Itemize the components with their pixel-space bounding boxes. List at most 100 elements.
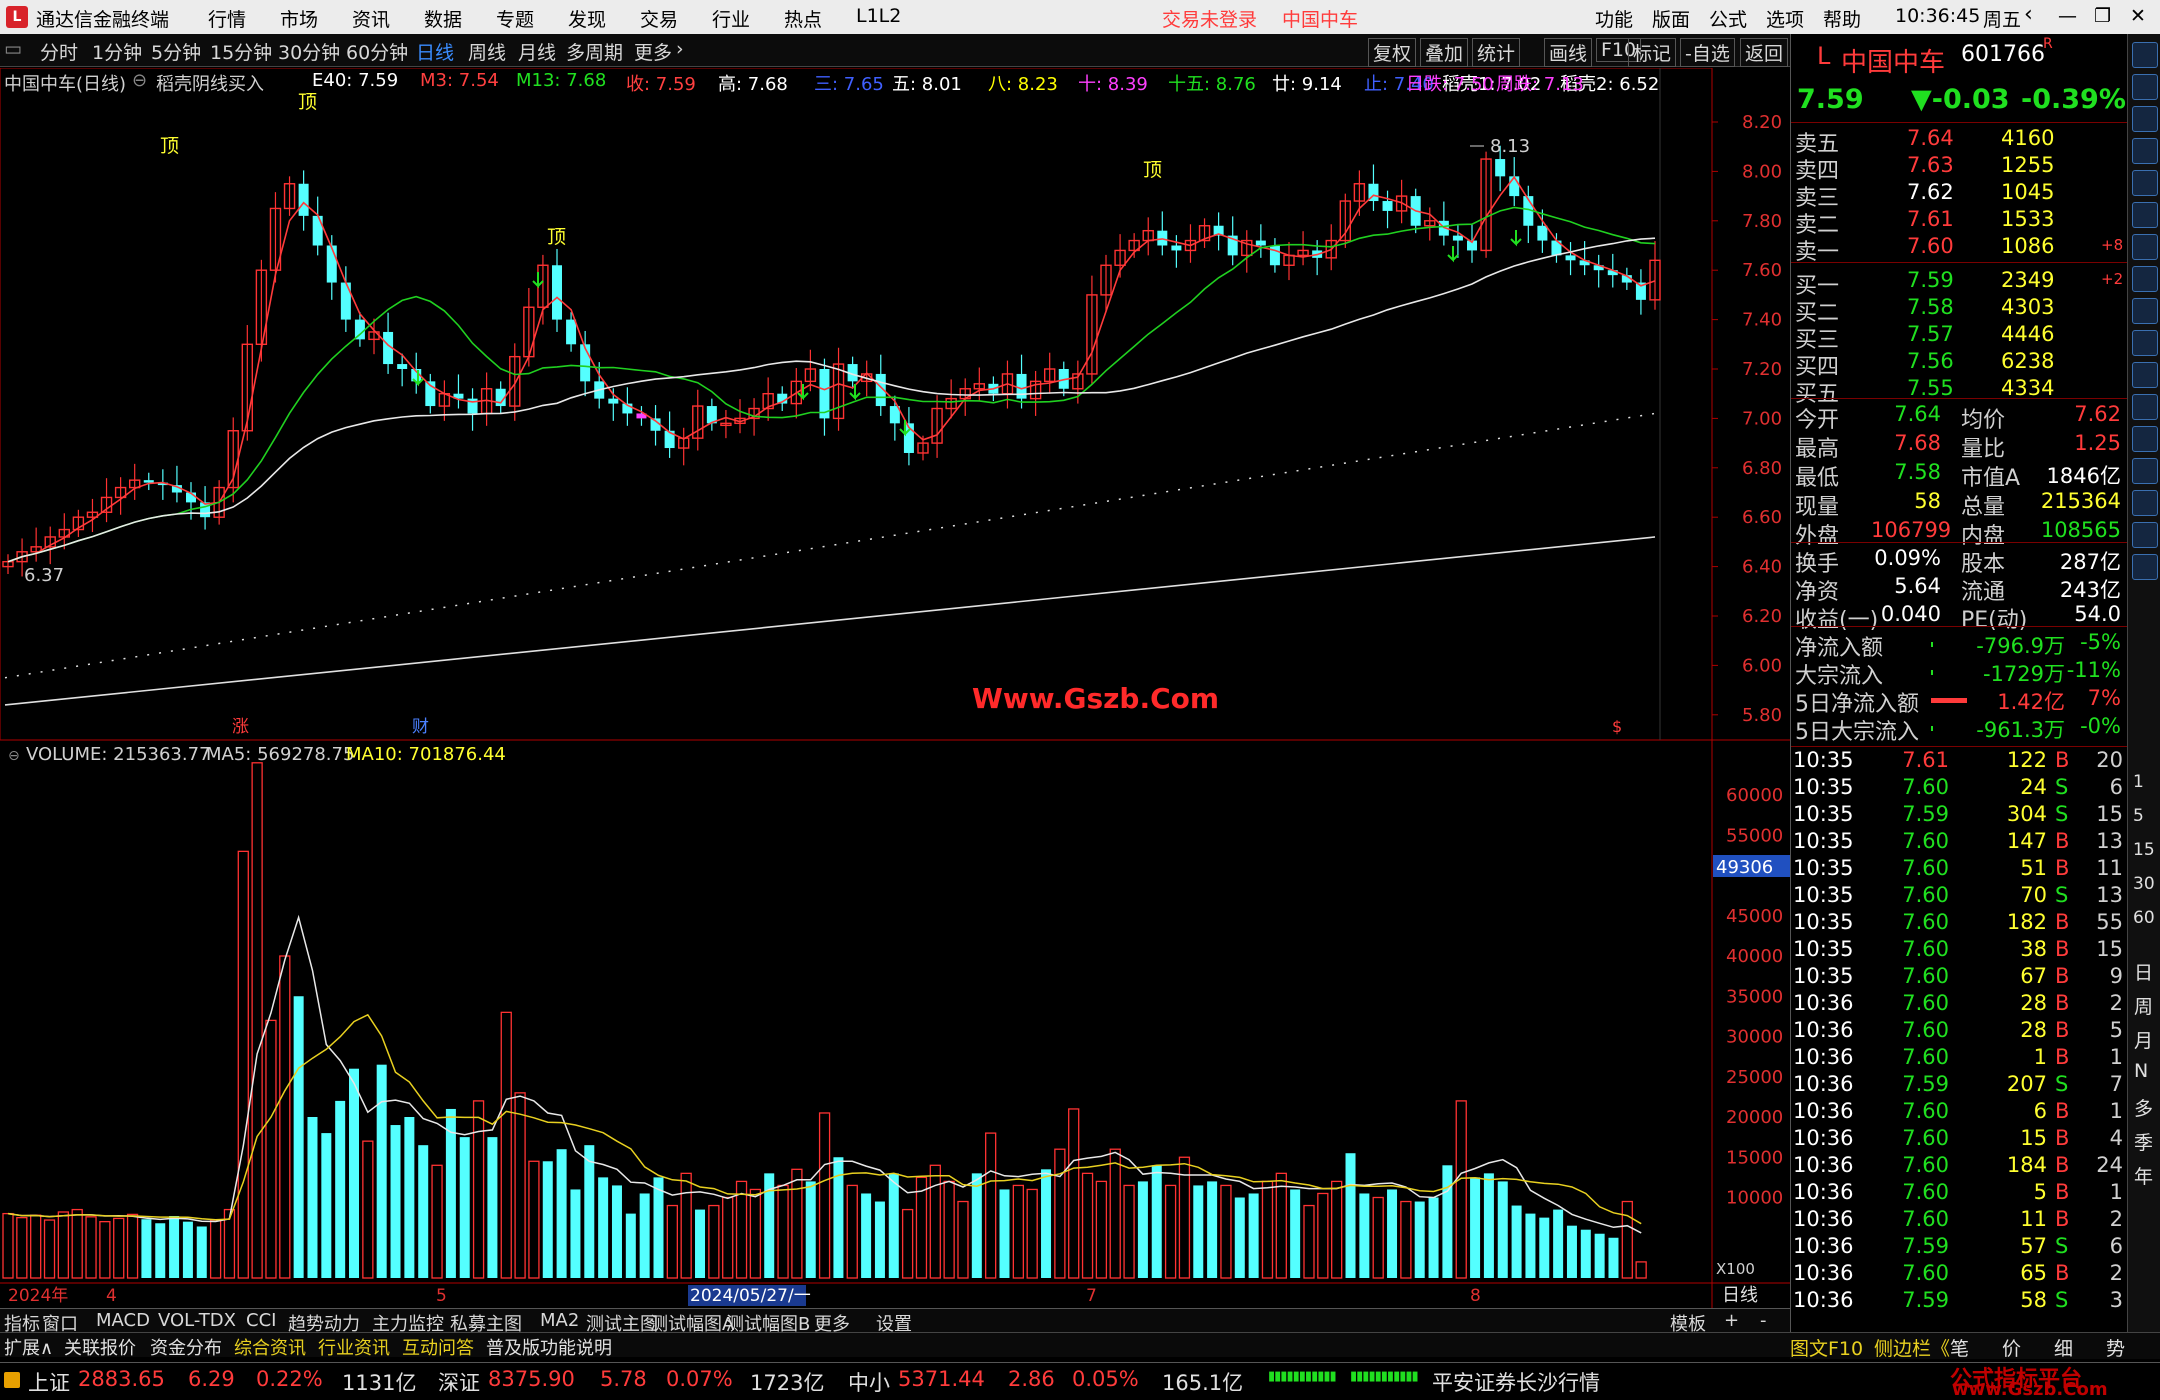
period-5min[interactable]: 5分钟 xyxy=(151,38,201,65)
sz-index-label[interactable]: 深证 xyxy=(438,1367,480,1397)
compare-icon[interactable] xyxy=(2132,330,2158,356)
info-tab[interactable]: 行业资讯 xyxy=(318,1334,390,1360)
indicator-tab[interactable]: MACD xyxy=(96,1310,150,1331)
menu-zhuanti[interactable]: 专题 xyxy=(496,5,534,32)
info-tab[interactable]: 综合资讯 xyxy=(234,1334,306,1360)
tick-side: B xyxy=(2055,829,2070,853)
info-tab-right[interactable]: 细 xyxy=(2054,1334,2073,1361)
info-tab-right[interactable]: 价 xyxy=(2002,1334,2021,1361)
tool-biaoji[interactable]: 标记 xyxy=(1628,38,1677,67)
sh-index-label[interactable]: 上证 xyxy=(28,1367,70,1397)
period-more[interactable]: 更多 xyxy=(634,38,672,65)
close-icon[interactable]: ✕ xyxy=(2130,5,2146,27)
tool-zixuan[interactable]: -自选 xyxy=(1680,38,1735,67)
menu-hangye[interactable]: 行业 xyxy=(712,5,750,32)
volume-collapse-icon[interactable]: ⊖ xyxy=(8,748,20,764)
period-daily[interactable]: 日线 xyxy=(416,38,454,65)
candle-body-down xyxy=(1452,235,1463,241)
alert-icon[interactable] xyxy=(2132,394,2158,420)
menu-shuju[interactable]: 数据 xyxy=(424,5,462,32)
menu-redian[interactable]: 热点 xyxy=(784,5,822,32)
menu-faxian[interactable]: 发现 xyxy=(568,5,606,32)
info-tab-right[interactable]: 笔 xyxy=(1950,1334,1969,1361)
indicator-tool[interactable]: - xyxy=(1760,1310,1767,1331)
chevron-right-icon[interactable]: › xyxy=(676,38,684,60)
sidebar-minute[interactable]: 60 xyxy=(2133,908,2155,928)
menu-gongshi[interactable]: 公式 xyxy=(1709,5,1747,32)
chart-icon[interactable] xyxy=(2132,138,2158,164)
period-fenshi[interactable]: 分时 xyxy=(40,38,78,65)
menu-banmian[interactable]: 版面 xyxy=(1652,5,1690,32)
tick-list[interactable]: 10:35 7.61 122 B 20 10:35 7.60 24 S 6 10:35 7.59 304… xyxy=(1791,748,2127,1348)
info-tab[interactable]: 扩展∧ xyxy=(4,1334,53,1360)
sidebar-period[interactable]: 周 xyxy=(2134,992,2153,1019)
sidebar-minute[interactable]: 5 xyxy=(2133,806,2144,826)
indicator-tool[interactable]: + xyxy=(1724,1310,1739,1331)
restore-icon[interactable]: ❐ xyxy=(2094,5,2111,27)
indicator-tab[interactable]: CCI xyxy=(246,1310,276,1331)
back-arrow-icon[interactable]: ‹ xyxy=(2024,2,2033,27)
toolbar-menu-icon[interactable]: ▭ xyxy=(4,38,22,60)
menu-hangqing[interactable]: 行情 xyxy=(208,5,246,32)
info-tab[interactable]: 关联报价 xyxy=(64,1334,136,1360)
menu-zixun[interactable]: 资讯 xyxy=(352,5,390,32)
sidebar-period[interactable]: N xyxy=(2134,1060,2148,1082)
menu-bangzhu[interactable]: 帮助 xyxy=(1823,5,1861,32)
menu-xuanxiang[interactable]: 选项 xyxy=(1766,5,1804,32)
news-icon[interactable] xyxy=(2132,266,2158,292)
tool-fuquan[interactable]: 复权 xyxy=(1368,38,1417,67)
sidebar-period[interactable]: 季 xyxy=(2134,1128,2153,1155)
volume-bar-down xyxy=(1041,1169,1052,1278)
info-tab[interactable]: 资金分布 xyxy=(150,1334,222,1360)
tool-huaxian[interactable]: 画线 xyxy=(1544,38,1593,67)
info-tab[interactable]: 普及版功能说明 xyxy=(486,1334,612,1360)
tool-diejia[interactable]: 叠加 xyxy=(1420,38,1469,67)
sidebar-period[interactable]: 月 xyxy=(2134,1026,2153,1053)
status-icon[interactable] xyxy=(4,1372,20,1388)
zx-index-label[interactable]: 中小 xyxy=(848,1367,890,1397)
menu-shichang[interactable]: 市场 xyxy=(280,5,318,32)
period-15min[interactable]: 15分钟 xyxy=(210,38,272,65)
move-icon[interactable] xyxy=(2132,458,2158,484)
info-tab-right[interactable]: 势 xyxy=(2106,1334,2125,1361)
period-1min[interactable]: 1分钟 xyxy=(92,38,142,65)
rsi-icon[interactable] xyxy=(2132,426,2158,452)
login-status[interactable]: 交易未登录 xyxy=(1162,5,1257,32)
bars-icon[interactable] xyxy=(2132,170,2158,196)
broker-name[interactable]: 平安证券长沙行情 xyxy=(1432,1367,1600,1397)
alarm-icon[interactable] xyxy=(2132,554,2158,580)
indicator-tab[interactable]: MA2 xyxy=(540,1310,579,1331)
sidebar-minute[interactable]: 1 xyxy=(2133,772,2144,792)
pen-icon[interactable] xyxy=(2132,490,2158,516)
period-60min[interactable]: 60分钟 xyxy=(346,38,408,65)
menu-l1l2[interactable]: L1L2 xyxy=(856,5,901,27)
period-weekly[interactable]: 周线 xyxy=(468,38,506,65)
sidebar-minute[interactable]: 30 xyxy=(2133,874,2155,894)
sidebar-period[interactable]: 日 xyxy=(2134,958,2153,985)
menu-gongneng[interactable]: 功能 xyxy=(1595,5,1633,32)
minimize-icon[interactable]: — xyxy=(2058,5,2077,27)
candle-body-down xyxy=(312,215,323,246)
doc-icon[interactable] xyxy=(2132,202,2158,228)
sidebar-period[interactable]: 多 xyxy=(2134,1094,2153,1121)
indicator-tab[interactable]: VOL-TDX xyxy=(158,1310,236,1331)
period-monthly[interactable]: 月线 xyxy=(518,38,556,65)
tool-tongji[interactable]: 统计 xyxy=(1472,38,1521,67)
info-tab-right[interactable]: 侧边栏《 xyxy=(1874,1334,1950,1361)
money-icon[interactable] xyxy=(2132,362,2158,388)
menu-jiaoyi[interactable]: 交易 xyxy=(640,5,678,32)
period-30min[interactable]: 30分钟 xyxy=(278,38,340,65)
data-icon[interactable] xyxy=(2132,298,2158,324)
tool-fanhui[interactable]: 返回 xyxy=(1740,38,1789,67)
info-tab[interactable]: 互动问答 xyxy=(402,1334,474,1360)
kline-chart[interactable]: 8.20 8.00 7.80 7.60 7.40 7.20 7.00 6.80 6.60 6.40… xyxy=(0,68,1790,1308)
sidebar-period[interactable]: 年 xyxy=(2134,1162,2153,1189)
period-multi[interactable]: 多周期 xyxy=(566,38,623,65)
up-arrow-icon[interactable] xyxy=(2132,42,2158,68)
sidebar-minute[interactable]: 15 xyxy=(2133,840,2155,860)
fund-icon[interactable] xyxy=(2132,234,2158,260)
info-tab-right[interactable]: 图文F10 xyxy=(1790,1334,1863,1361)
grid-icon[interactable] xyxy=(2132,106,2158,132)
fs-icon[interactable] xyxy=(2132,522,2158,548)
list-icon[interactable] xyxy=(2132,74,2158,100)
